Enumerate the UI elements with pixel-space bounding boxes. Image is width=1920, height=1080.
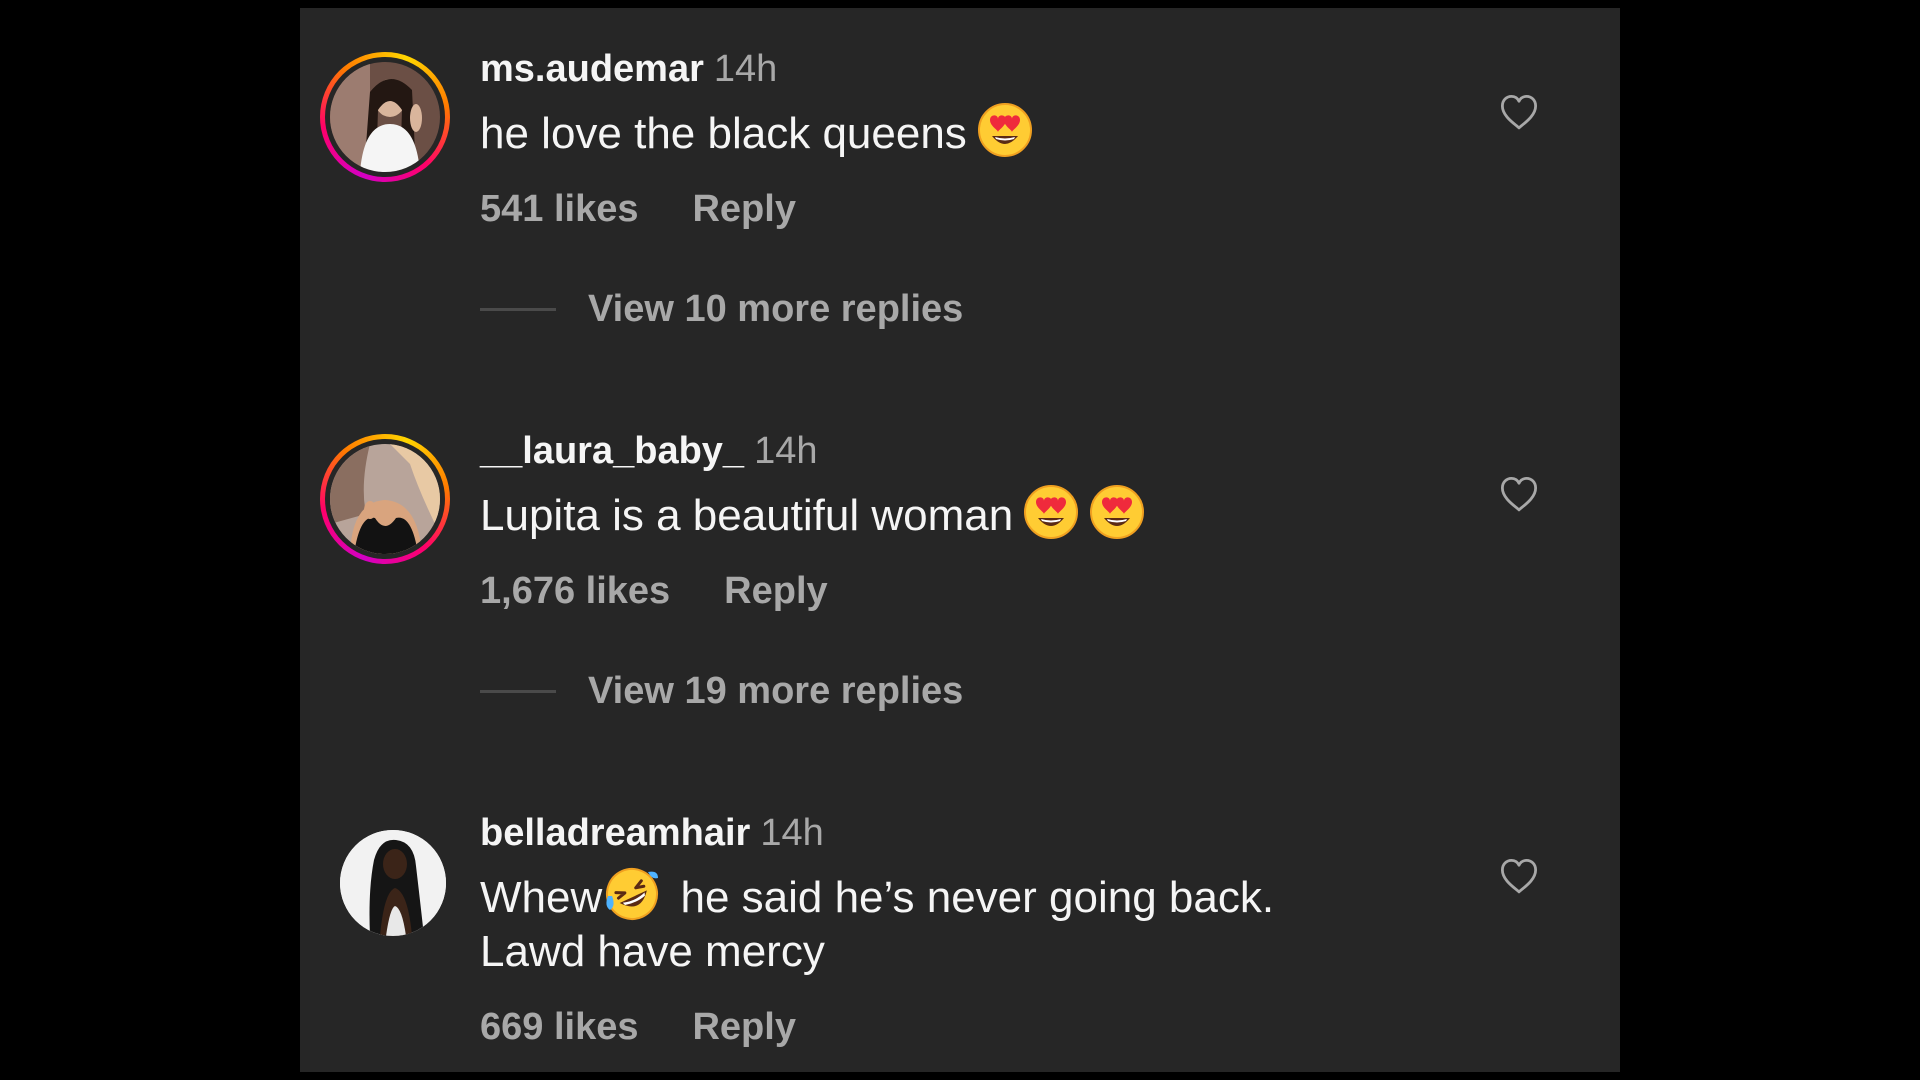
- heart-outline-icon[interactable]: [1498, 92, 1540, 134]
- comment-text-content: Lupita is a beautiful woman: [480, 491, 1014, 540]
- heart-eyes-emoji: [977, 102, 1033, 158]
- heart-eyes-emoji: [1023, 484, 1079, 540]
- reply-button[interactable]: Reply: [724, 570, 827, 612]
- view-replies-label: View 19 more replies: [588, 670, 964, 712]
- comment-text-continued: he said he’s never going back.: [668, 873, 1275, 922]
- username[interactable]: __laura_baby_: [480, 430, 744, 472]
- username[interactable]: ms.audemar: [480, 48, 704, 90]
- reply-button[interactable]: Reply: [692, 188, 795, 230]
- story-ring[interactable]: [320, 52, 450, 182]
- comment-text: Lupita is a beautiful woman: [480, 484, 1480, 543]
- story-ring[interactable]: [320, 434, 450, 564]
- reply-button[interactable]: Reply: [692, 1006, 795, 1048]
- like-count[interactable]: 541 likes: [480, 188, 638, 230]
- rolling-on-floor-laughing-emoji: [604, 866, 660, 922]
- username[interactable]: belladreamhair: [480, 812, 750, 854]
- timestamp: 14h: [713, 48, 778, 90]
- like-count[interactable]: 669 likes: [480, 1006, 638, 1048]
- view-replies-button[interactable]: View 10 more replies: [480, 285, 1480, 333]
- avatar[interactable]: [340, 830, 446, 936]
- comments-panel: ms.audemar 14h he love the black queens 5…: [300, 8, 1620, 1072]
- comment-text-line2: Lawd have mercy: [480, 927, 825, 976]
- heart-outline-icon[interactable]: [1498, 856, 1540, 898]
- timestamp: 14h: [754, 430, 818, 472]
- comment-text: Whew he said he’s never going back. Lawd…: [480, 866, 1480, 979]
- avatar[interactable]: [330, 62, 440, 172]
- view-replies-label: View 10 more replies: [588, 288, 964, 330]
- like-count[interactable]: 1,676 likes: [480, 570, 670, 612]
- divider-line: [480, 689, 556, 693]
- avatar[interactable]: [330, 444, 440, 554]
- comment-text-content: Whew: [480, 873, 603, 922]
- heart-eyes-emoji: [1089, 484, 1145, 540]
- comment-text-content: he love the black queens: [480, 109, 967, 158]
- divider-line: [480, 307, 556, 311]
- view-replies-button[interactable]: View 19 more replies: [480, 667, 1480, 715]
- comment-text: he love the black queens: [480, 102, 1480, 161]
- timestamp: 14h: [760, 812, 824, 854]
- heart-outline-icon[interactable]: [1498, 474, 1540, 516]
